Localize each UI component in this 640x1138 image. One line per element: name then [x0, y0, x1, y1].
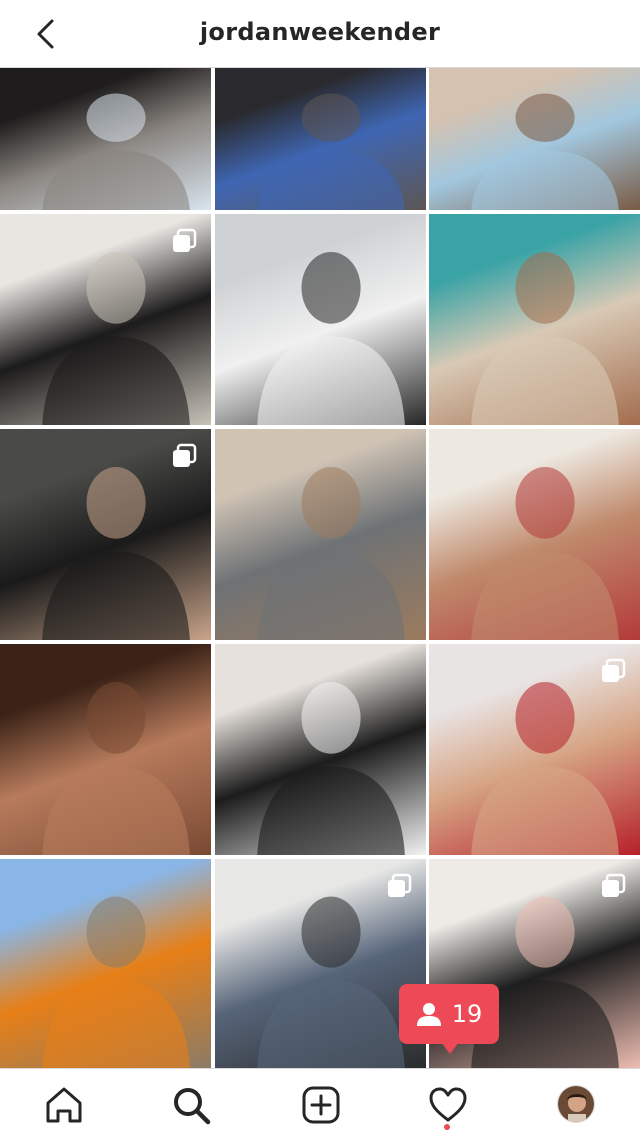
profile-username-title: jordanweekender: [199, 18, 441, 46]
post-beer-bottle[interactable]: [0, 644, 211, 855]
activity-notification-badge[interactable]: 19: [399, 984, 499, 1056]
user-icon: [416, 1003, 441, 1026]
post-photo: [256, 251, 405, 425]
nav-new-post[interactable]: [299, 1083, 343, 1127]
post-photo: [256, 681, 405, 855]
multiple-photos-icon: [602, 873, 626, 897]
post-faded-hoodie[interactable]: [0, 214, 211, 425]
post-tiger-hoodie[interactable]: [0, 429, 211, 640]
top-bar: jordanweekender: [0, 0, 640, 68]
post-photo: [42, 896, 190, 1068]
post-faded-flakes-tee[interactable]: [214, 68, 426, 210]
follower-count: 19: [451, 1000, 483, 1028]
nav-search[interactable]: [169, 1083, 213, 1127]
post-tongue-out-tv[interactable]: [429, 429, 640, 640]
post-red-jersey[interactable]: [429, 644, 640, 855]
home-icon: [46, 1087, 82, 1123]
heart-icon: [429, 1087, 467, 1122]
post-beach[interactable]: [429, 214, 640, 425]
search-icon: [174, 1088, 211, 1125]
post-space-jam-jersey[interactable]: [214, 214, 426, 425]
bottom-navigation: [0, 1068, 640, 1138]
post-photo: [471, 466, 619, 640]
post-laptop[interactable]: [0, 68, 211, 210]
post-skincare-products[interactable]: [214, 644, 426, 855]
multiple-photos-icon: [602, 658, 626, 682]
add-post-icon: [302, 1086, 340, 1124]
post-photo: [471, 251, 619, 425]
activity-dot: [444, 1124, 450, 1130]
post-podcast-studio[interactable]: [214, 859, 426, 1068]
post-mirror-selfie-grey-tracksuit[interactable]: [214, 429, 426, 640]
post-couple-with-dog[interactable]: [429, 68, 640, 210]
multiple-photos-icon: [387, 873, 411, 897]
nav-home[interactable]: [42, 1083, 86, 1127]
post-photo: [42, 681, 190, 855]
multiple-photos-icon: [173, 443, 197, 467]
post-photo: [256, 466, 405, 640]
post-orange-supercar[interactable]: [0, 859, 211, 1068]
post-photo: [471, 93, 619, 210]
posts-grid: [0, 68, 640, 1068]
post-photo: [256, 93, 405, 210]
post-photo: [42, 93, 190, 210]
profile-avatar[interactable]: [557, 1085, 595, 1123]
nav-activity[interactable]: [426, 1083, 470, 1127]
multiple-photos-icon: [173, 228, 197, 252]
